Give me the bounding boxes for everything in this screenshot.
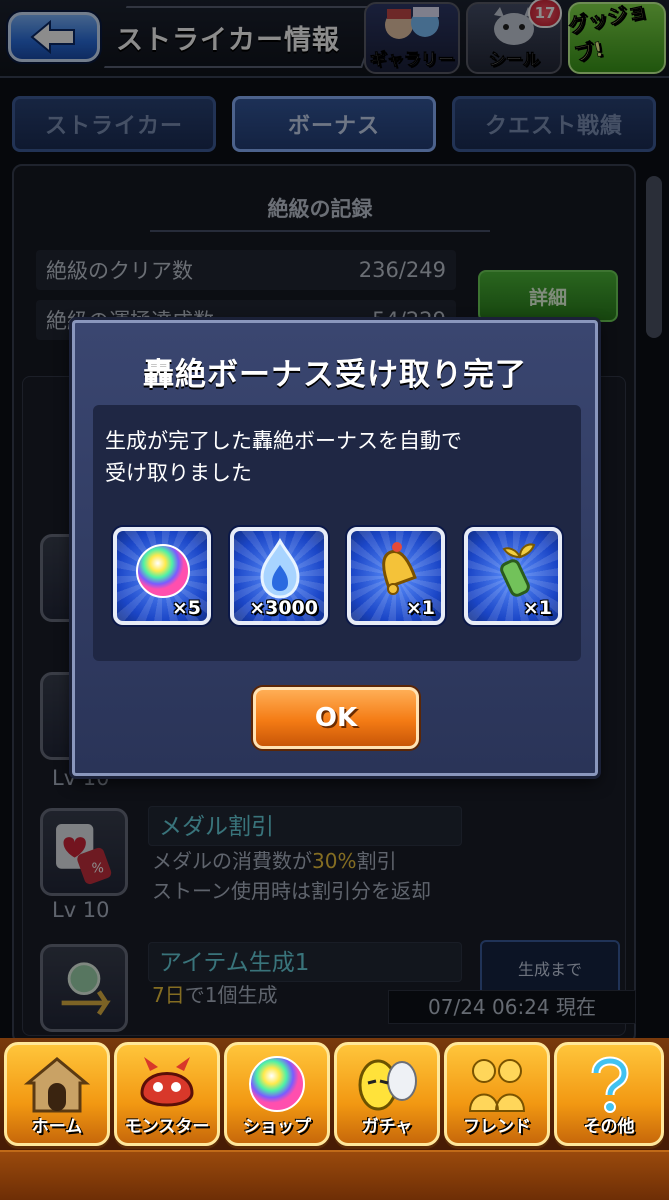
nav-monster[interactable]: モンスター: [114, 1042, 220, 1146]
nav-other-label: その他: [583, 1117, 635, 1137]
dialog-body: 生成が完了した轟絶ボーナスを自動で 受け取りました ×5 ×3000 ×1 ×1: [93, 405, 581, 661]
nav-shop[interactable]: ショップ: [224, 1042, 330, 1146]
nav-gacha-label: ガチャ: [361, 1117, 413, 1137]
reward-sprout-bottle: ×1: [464, 527, 562, 625]
dialog-message-line: 生成が完了した轟絶ボーナスを自動で: [105, 429, 462, 453]
nav-other[interactable]: その他: [554, 1042, 664, 1146]
bottom-nav-strip: [0, 1150, 669, 1200]
friend-icon: [468, 1059, 526, 1112]
shop-orb-icon: [249, 1056, 305, 1112]
nav-home[interactable]: ホーム: [4, 1042, 110, 1146]
soul-flame-icon: [260, 537, 300, 599]
nav-gacha[interactable]: ガチャ: [334, 1042, 440, 1146]
reward-orb: ×5: [113, 527, 211, 625]
home-icon: [23, 1057, 91, 1113]
reward-bell: ×1: [347, 527, 445, 625]
reward-soul: ×3000: [230, 527, 328, 625]
nav-monster-label: モンスター: [124, 1117, 210, 1137]
monster-icon: [140, 1057, 194, 1107]
dialog-message-line: 受け取りました: [105, 461, 252, 485]
sprout-bottle-icon: [500, 543, 536, 597]
reward-qty: ×5: [171, 597, 201, 619]
ok-button[interactable]: OK: [253, 687, 419, 749]
reward-qty: ×3000: [249, 597, 318, 619]
nav-friend-label: フレンド: [463, 1117, 531, 1137]
dialog-message: 生成が完了した轟絶ボーナスを自動で 受け取りました: [105, 425, 462, 489]
gacha-egg-icon: [358, 1059, 417, 1111]
nav-home-label: ホーム: [31, 1117, 83, 1137]
reward-qty: ×1: [405, 597, 435, 619]
orb-icon: [136, 544, 190, 598]
bonus-received-dialog: 轟絶ボーナス受け取り完了 生成が完了した轟絶ボーナスを自動で 受け取りました ×…: [72, 320, 598, 776]
bell-icon: [382, 542, 417, 595]
other-icon: [591, 1056, 629, 1113]
nav-friend[interactable]: フレンド: [444, 1042, 550, 1146]
nav-shop-label: ショップ: [243, 1117, 311, 1137]
reward-qty: ×1: [522, 597, 552, 619]
dialog-title: 轟絶ボーナス受け取り完了: [143, 357, 527, 393]
